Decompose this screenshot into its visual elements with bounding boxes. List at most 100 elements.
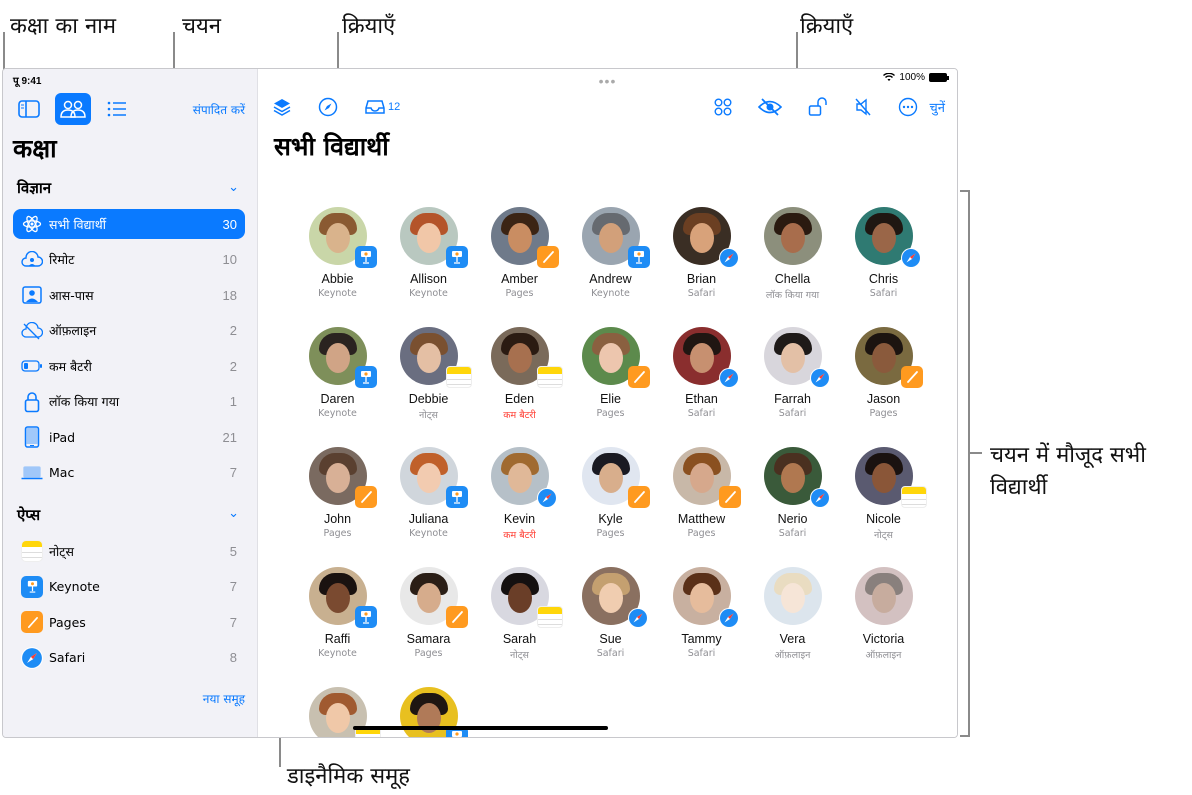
- unlock-icon: [808, 97, 827, 116]
- student-status: Keynote: [409, 288, 448, 299]
- sidebar-item-count: 5: [229, 543, 237, 559]
- pages-app-icon: [445, 606, 468, 628]
- student-tile[interactable]: Andrew Keynote: [565, 202, 656, 322]
- edit-button[interactable]: संपादित करें: [193, 101, 245, 118]
- avatar-container: [763, 447, 830, 508]
- student-tile[interactable]: Nerio Safari: [747, 442, 838, 562]
- sidebar-item-label: ऑफ़लाइन: [49, 323, 97, 338]
- sidebar-item[interactable]: iPad 21: [13, 422, 245, 452]
- student-tile[interactable]: Allison Keynote: [383, 202, 474, 322]
- students-view-button[interactable]: [55, 93, 91, 125]
- student-name: Chris: [868, 272, 899, 286]
- battery-icon: [929, 73, 949, 82]
- pages-app-icon: [536, 246, 559, 268]
- student-tile[interactable]: Tammy Safari: [656, 562, 747, 682]
- student-tile[interactable]: Abbie Keynote: [292, 202, 383, 322]
- chevron-down-icon[interactable]: ⌄: [228, 505, 239, 521]
- sidebar-item[interactable]: Pages 7: [13, 607, 245, 637]
- list-view-button[interactable]: [99, 93, 135, 125]
- choose-button[interactable]: चुनें: [930, 98, 945, 116]
- student-tile[interactable]: Eden कम बैटरी: [474, 322, 565, 442]
- keynote-app-icon: [627, 246, 650, 268]
- student-tile[interactable]: Daren Keynote: [292, 322, 383, 442]
- student-tile[interactable]: Victoria ऑफ़लाइन: [838, 562, 929, 682]
- avatar-container: [399, 447, 468, 508]
- callout-class-name: कक्षा का नाम: [10, 14, 117, 39]
- low-battery-icon: [21, 355, 43, 377]
- student-status: कम बैटरी: [503, 410, 536, 421]
- status-bar-right: 100%: [883, 72, 949, 83]
- avatar-container: [854, 447, 927, 508]
- safari-app-icon: [900, 248, 921, 268]
- student-name: Nicole: [866, 512, 901, 526]
- new-group-button[interactable]: नया समूह: [203, 690, 245, 707]
- student-tile[interactable]: Juliana Keynote: [383, 442, 474, 562]
- student-tile[interactable]: Matthew Pages: [656, 442, 747, 562]
- avatar: [854, 567, 913, 625]
- sidebar-item-label: लॉक किया गया: [49, 394, 120, 409]
- student-name: Elie: [600, 392, 621, 406]
- student-name: Ethan: [685, 392, 718, 406]
- student-tile[interactable]: Sarah नोट्स: [474, 562, 565, 682]
- hide-screen-button[interactable]: [757, 98, 782, 116]
- sidebar-item[interactable]: कम बैटरी 2: [13, 351, 245, 381]
- avatar-container: [763, 207, 822, 265]
- student-name: Chella: [774, 272, 811, 286]
- keynote-app-icon: [354, 606, 377, 628]
- student-tile[interactable]: Nicole नोट्स: [838, 442, 929, 562]
- student-tile[interactable]: Kyle Pages: [565, 442, 656, 562]
- student-tile[interactable]: Brian Safari: [656, 202, 747, 322]
- sidebar-item[interactable]: आस-पास 18: [13, 280, 245, 310]
- student-tile[interactable]: Amber Pages: [474, 202, 565, 322]
- navigate-button[interactable]: [318, 97, 338, 117]
- student-status: Safari: [778, 528, 807, 539]
- layers-button[interactable]: [272, 97, 292, 117]
- sidebar-item[interactable]: रिमोट 10: [13, 245, 245, 275]
- student-tile[interactable]: Raffi Keynote: [292, 562, 383, 682]
- more-button[interactable]: [898, 97, 918, 117]
- callout-bracket-students-top: [960, 190, 970, 192]
- student-tile[interactable]: Kevin कम बैटरी: [474, 442, 565, 562]
- sidebar-item[interactable]: Mac 7: [13, 458, 245, 488]
- lock-button[interactable]: [808, 97, 828, 117]
- student-tile[interactable]: John Pages: [292, 442, 383, 562]
- student-tile[interactable]: Elie Pages: [565, 322, 656, 442]
- sidebar-item[interactable]: नोट्स 5: [13, 536, 245, 566]
- student-tile[interactable]: Vera ऑफ़लाइन: [747, 562, 838, 682]
- avatar-container: [672, 327, 739, 388]
- sidebar-item[interactable]: ऑफ़लाइन 2: [13, 316, 245, 346]
- student-tile[interactable]: Sue Safari: [565, 562, 656, 682]
- notes-app-icon: [445, 366, 472, 388]
- safari-app-icon: [809, 488, 830, 508]
- sidebar-item[interactable]: Safari 8: [13, 643, 245, 673]
- student-name: Abbie: [321, 272, 354, 286]
- student-status: नोट्स: [419, 410, 438, 421]
- chevron-down-icon[interactable]: ⌄: [228, 179, 239, 195]
- student-tile[interactable]: Chris Safari: [838, 202, 929, 322]
- student-tile[interactable]: Chella लॉक किया गया: [747, 202, 838, 322]
- student-tile[interactable]: Ethan Safari: [656, 322, 747, 442]
- sidebar-item[interactable]: लॉक किया गया 1: [13, 387, 245, 417]
- multitasking-dots[interactable]: •••: [599, 73, 617, 89]
- student-tile[interactable]: Farrah Safari: [747, 322, 838, 442]
- student-tile[interactable]: Jason Pages: [838, 322, 929, 442]
- student-tile[interactable]: Samara Pages: [383, 562, 474, 682]
- page-title: सभी विद्यार्थी: [274, 132, 389, 161]
- student-name: Vera: [779, 632, 806, 646]
- sidebar-item[interactable]: सभी विद्यार्थी 30: [13, 209, 245, 239]
- sidebar-item[interactable]: Keynote 7: [13, 572, 245, 602]
- student-tile[interactable]: Debbie नोट्स: [383, 322, 474, 442]
- notes-app-icon: [21, 540, 43, 562]
- sidebar-item-count: 2: [229, 358, 237, 374]
- avatar-container: [672, 447, 741, 508]
- sidebar-toggle-button[interactable]: [11, 93, 47, 125]
- section-header-apps[interactable]: ऐप्स: [17, 505, 40, 525]
- student-status: ऑफ़लाइन: [774, 650, 811, 661]
- sidebar-item-count: 30: [222, 216, 237, 232]
- home-indicator[interactable]: [353, 726, 608, 730]
- section-header-science[interactable]: विज्ञान: [17, 178, 51, 198]
- mute-button[interactable]: [854, 97, 872, 117]
- inbox-button[interactable]: 12: [364, 99, 400, 115]
- student-status: Safari: [596, 648, 625, 659]
- open-app-button[interactable]: [714, 98, 732, 116]
